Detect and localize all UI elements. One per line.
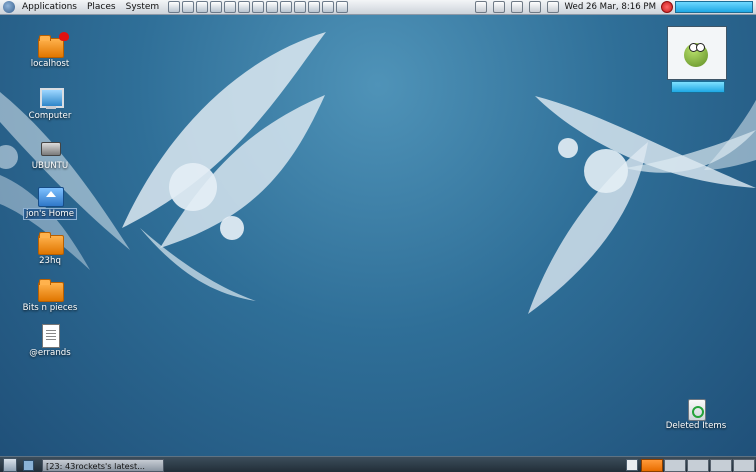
workspace-5[interactable] [733, 458, 755, 472]
mascot-widget[interactable] [667, 26, 727, 80]
usb-drive-icon [37, 136, 63, 160]
wallpaper-art [0, 32, 756, 314]
desktop-icon-label: @errands [29, 348, 71, 358]
tray-mail-icon[interactable] [510, 1, 523, 13]
desktop[interactable]: Applications Places System Wed 26 Mar, 8… [0, 0, 756, 472]
system-tray: Wed 26 Mar, 8:16 PM [472, 0, 756, 14]
launcher-play-icon[interactable] [322, 1, 335, 13]
system-menu[interactable]: System [121, 0, 165, 14]
workspace-1[interactable] [641, 458, 663, 472]
taskbar-window-button[interactable]: [23: 43rockets's latest... [42, 458, 164, 472]
launcher-document-icon[interactable] [280, 1, 293, 13]
launcher-camera-icon[interactable] [238, 1, 251, 13]
applications-menu[interactable]: Applications [17, 0, 82, 14]
computer-icon [37, 86, 64, 110]
desktop-icon-label: Deleted Items [665, 421, 727, 431]
tray-battery-icon[interactable] [546, 1, 559, 13]
folder-icon [37, 231, 64, 255]
places-menu[interactable]: Places [82, 0, 121, 14]
show-desktop-icon[interactable] [3, 458, 17, 472]
desktop-icon-23hq[interactable]: 23hq [13, 231, 87, 266]
workspace-4[interactable] [710, 458, 732, 472]
desktop-icon-ubuntu[interactable]: UBUNTU [13, 136, 87, 171]
launcher-wrench-icon[interactable] [168, 1, 181, 13]
desktop-icon-computer[interactable]: Computer [13, 86, 87, 121]
widget-status-bar[interactable] [671, 81, 725, 93]
home-folder-icon [37, 183, 64, 207]
launcher-disc-icon[interactable] [266, 1, 279, 13]
ubuntu-logo-icon [3, 1, 15, 13]
launcher-calculator-icon[interactable] [224, 1, 237, 13]
panel-status-bar[interactable] [675, 1, 753, 13]
tray-shield-icon[interactable] [492, 1, 505, 13]
trash-icon [683, 396, 709, 421]
desktop-icon-localhost[interactable]: localhost [13, 32, 87, 69]
bottom-panel: [23: 43rockets's latest... [0, 456, 756, 472]
lizard-mascot-icon [682, 35, 710, 69]
desktop-icon-jons-home[interactable]: jon's Home [13, 183, 87, 220]
launcher-chart-icon[interactable] [308, 1, 321, 13]
desktop-icon-label: Computer [28, 111, 72, 121]
workspace-icon[interactable] [626, 459, 638, 471]
task-window-icon[interactable] [23, 459, 34, 471]
desktop-icon-bits-n-pieces[interactable]: Bits n pieces [13, 278, 87, 313]
folder-icon [37, 278, 64, 302]
desktop-icon-label: UBUNTU [31, 161, 69, 171]
workspace-2[interactable] [664, 458, 686, 472]
desktop-icon-deleted-items[interactable]: Deleted Items [659, 396, 733, 431]
launcher-envelope-icon[interactable] [294, 1, 307, 13]
desktop-icon-label: jon's Home [22, 208, 78, 220]
desktop-icon-label: localhost [30, 59, 70, 69]
tray-network-icon[interactable] [474, 1, 487, 13]
power-icon[interactable] [661, 1, 673, 13]
desktop-icon-errands[interactable]: @errands [13, 323, 87, 358]
text-file-icon [37, 323, 63, 348]
desktop-icon-label: 23hq [39, 256, 61, 266]
launcher-help-icon[interactable] [210, 1, 223, 13]
launcher-browser-icon[interactable] [182, 1, 195, 13]
top-panel: Applications Places System Wed 26 Mar, 8… [0, 0, 756, 15]
desktop-icon-label: Bits n pieces [22, 303, 78, 313]
network-folder-icon [37, 32, 69, 58]
panel-clock[interactable]: Wed 26 Mar, 8:16 PM [565, 2, 656, 12]
workspace-3[interactable] [687, 458, 709, 472]
launcher-settings-icon[interactable] [336, 1, 349, 13]
launcher-mail-icon[interactable] [196, 1, 209, 13]
tray-signal-icon[interactable] [528, 1, 541, 13]
launcher-media-icon[interactable] [252, 1, 265, 13]
launcher-bar [168, 1, 349, 13]
workspace-switcher [626, 458, 756, 472]
